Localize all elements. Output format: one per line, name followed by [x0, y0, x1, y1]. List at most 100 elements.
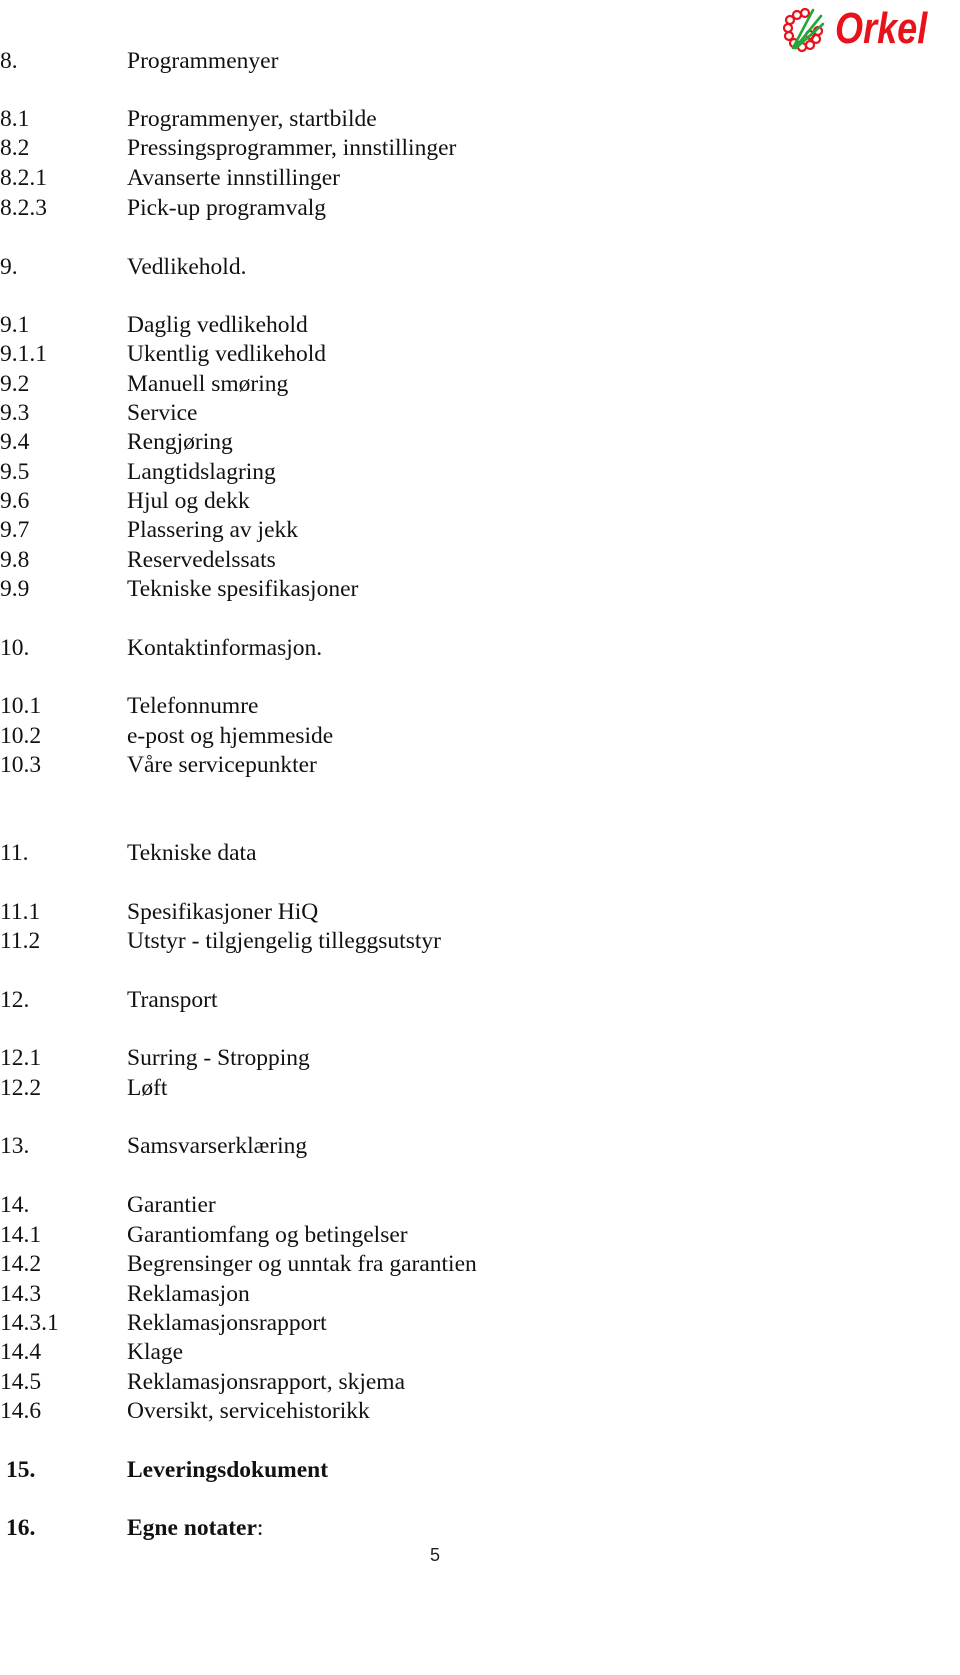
- toc-entry-number: 8.2.3: [0, 195, 47, 221]
- toc-entry: 9.7 Plassering av jekk: [0, 515, 700, 545]
- toc-entry: 9.9 Tekniske spesifikasjoner: [0, 574, 700, 604]
- toc-entry-title-text: Garantier: [127, 1192, 216, 1218]
- toc-entry-title-text: Hjul og dekk: [127, 488, 250, 514]
- toc-entry-title: Begrensinger og unntak fra garantien: [127, 1249, 477, 1279]
- toc-entry: 9.4 Rengjøring: [0, 427, 700, 457]
- toc-entry-title-text: e-post og hjemmeside: [127, 723, 334, 749]
- toc-entry: 9.5 Langtidslagring: [0, 457, 700, 487]
- toc-entry: 15. Leveringsdokument: [0, 1455, 700, 1485]
- toc-entry-title: Avanserte innstillinger: [127, 163, 340, 193]
- toc-entry-title: Samsvarserklæring: [127, 1131, 307, 1161]
- toc-entry: 11. Tekniske data: [0, 838, 700, 868]
- toc-entry-title-text: Tekniske data: [127, 840, 257, 866]
- toc-entry-title-suffix: :: [256, 1515, 264, 1541]
- toc-entry-title: Service: [127, 398, 197, 428]
- toc-entry-number: 9.3: [0, 400, 30, 426]
- toc-entry-number: 11.2: [0, 928, 41, 954]
- toc-entry: 9.1 Daglig vedlikehold: [0, 310, 700, 340]
- toc-entry-title: Reklamasjonsrapport: [127, 1308, 327, 1338]
- toc-entry: 8.2.3 Pick-up programvalg: [0, 193, 700, 223]
- toc-entry-title: Ukentlig vedlikehold: [127, 339, 326, 369]
- toc-entry: 9.6 Hjul og dekk: [0, 486, 700, 516]
- toc-entry-title-text: Garantiomfang og betingelser: [127, 1222, 408, 1248]
- toc-entry-title-text: Manuell smøring: [127, 371, 289, 397]
- toc-entry-number: 10.2: [0, 723, 42, 749]
- toc-entry: 14. Garantier: [0, 1190, 700, 1220]
- toc-entry-title-text: Løft: [127, 1075, 168, 1101]
- toc-entry: 8.1 Programmenyer, startbilde: [0, 104, 700, 134]
- toc-entry-number: 12.: [0, 987, 30, 1013]
- toc-entry-title: Reklamasjon: [127, 1279, 250, 1309]
- toc-entry: 10. Kontaktinformasjon.: [0, 633, 700, 663]
- toc-entry-number: 11.1: [0, 899, 41, 925]
- toc-entry-title: Pressingsprogrammer, innstillinger: [127, 133, 456, 163]
- toc-entry-title-text: Service: [127, 400, 198, 426]
- toc-entry: 14.2 Begrensinger og unntak fra garantien: [0, 1249, 700, 1279]
- toc-entry-title-text: Vedlikehold.: [127, 254, 247, 280]
- toc-entry-title-text: Reklamasjonsrapport: [127, 1310, 327, 1336]
- toc-entry: 10.3 Våre servicepunkter: [0, 750, 700, 780]
- toc-entry-title: Daglig vedlikehold: [127, 310, 308, 340]
- toc-entry-number: 9.2: [0, 371, 30, 397]
- toc-entry-title-text: Daglig vedlikehold: [127, 312, 308, 338]
- orkel-logo: Orkel: [783, 4, 953, 54]
- toc-entry-title-text: Plassering av jekk: [127, 517, 298, 543]
- toc-entry-title: Hjul og dekk: [127, 486, 250, 516]
- toc-entry: 13. Samsvarserklæring: [0, 1131, 700, 1161]
- toc-entry-number: 14.1: [0, 1222, 42, 1248]
- toc-entry: 11.1 Spesifikasjoner HiQ: [0, 897, 700, 927]
- toc-entry-number: 9.: [0, 254, 18, 280]
- toc-entry-number: 12.2: [0, 1075, 42, 1101]
- toc-entry-number: 12.1: [0, 1045, 42, 1071]
- toc-entry-title-text: Transport: [127, 987, 218, 1013]
- toc-entry-number: 14.3.1: [0, 1310, 59, 1336]
- toc-entry-number: 9.1: [0, 312, 30, 338]
- toc-entry-title-text: Rengjøring: [127, 429, 233, 455]
- toc-entry-number: 10.3: [0, 752, 42, 778]
- page-number: 5: [430, 1545, 441, 1565]
- toc-entry: 9.8 Reservedelssats: [0, 545, 700, 575]
- toc-entry: 16. Egne notater:: [0, 1513, 700, 1543]
- toc-entry-number: 10.: [0, 635, 30, 661]
- toc-entry-title: Plassering av jekk: [127, 515, 298, 545]
- toc-entry-number: 8.2: [0, 135, 30, 161]
- toc-entry: 11.2 Utstyr - tilgjengelig tilleggsutstyr: [0, 926, 700, 956]
- toc-entry-title: Reklamasjonsrapport, skjema: [127, 1367, 405, 1397]
- toc-entry-number: 14.6: [0, 1398, 42, 1424]
- toc-entry-title: Tekniske data: [127, 838, 257, 868]
- toc-entry-title: Utstyr - tilgjengelig tilleggsutstyr: [127, 926, 441, 956]
- toc-entry-number: 9.6: [0, 488, 30, 514]
- toc-entry-title: Programmenyer, startbilde: [127, 104, 377, 134]
- toc-entry-title: Klage: [127, 1337, 183, 1367]
- toc-entry-title-text: Utstyr - tilgjengelig tilleggsutstyr: [127, 928, 441, 954]
- toc-entry-title-text: Ukentlig vedlikehold: [127, 341, 327, 367]
- toc-entry-number: 9.7: [0, 517, 30, 543]
- toc-entry-title: Programmenyer: [127, 46, 278, 76]
- toc-entry-title: Garantiomfang og betingelser: [127, 1220, 408, 1250]
- toc-entry-title-text: Egne notater: [127, 1515, 257, 1541]
- toc-entry: 14.4 Klage: [0, 1337, 700, 1367]
- toc-entry-number: 14.5: [0, 1369, 42, 1395]
- toc-entry: 12.1 Surring - Stropping: [0, 1043, 700, 1073]
- toc-entry: 14.3 Reklamasjon: [0, 1279, 700, 1309]
- toc-entry-title-text: Våre servicepunkter: [127, 752, 317, 778]
- toc-entry-title: Pick-up programvalg: [127, 193, 326, 223]
- toc-entry-number: 9.9: [0, 576, 30, 602]
- toc-entry-title: Kontaktinformasjon.: [127, 633, 322, 663]
- toc-entry-title: Surring - Stropping: [127, 1043, 310, 1073]
- orkel-logo-text: Orkel: [835, 4, 928, 53]
- toc-entry-number: 16.: [6, 1515, 36, 1541]
- toc-entry-title-text: Programmenyer, startbilde: [127, 106, 377, 132]
- toc-entry-number: 9.5: [0, 459, 30, 485]
- toc-entry: 10.2 e-post og hjemmeside: [0, 721, 700, 751]
- toc-entry: 9.3 Service: [0, 398, 700, 428]
- toc-entry: 12.2 Løft: [0, 1073, 700, 1103]
- toc-entry-number: 14.2: [0, 1251, 42, 1277]
- toc-entry-number: 9.8: [0, 547, 30, 573]
- toc-entry-title-text: Samsvarserklæring: [127, 1133, 308, 1159]
- toc-entry-title: Garantier: [127, 1190, 216, 1220]
- toc-entry-number: 9.4: [0, 429, 30, 455]
- toc-entry: 9.1.1 Ukentlig vedlikehold: [0, 339, 700, 369]
- toc-entry-title-text: Langtidslagring: [127, 459, 276, 485]
- toc-entry-title-text: Kontaktinformasjon.: [127, 635, 323, 661]
